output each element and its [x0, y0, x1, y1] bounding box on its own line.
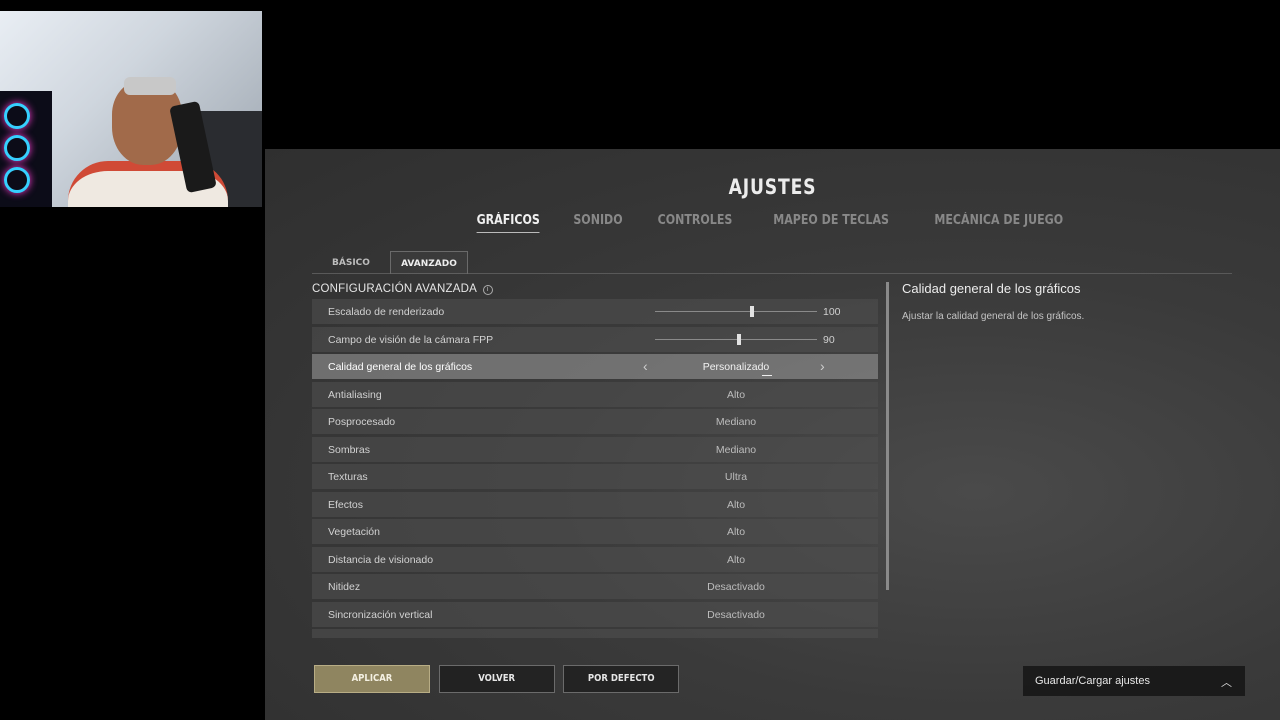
save-load-dropdown[interactable]: Guardar/Cargar ajustes ︿ — [1023, 666, 1245, 696]
fov-slider[interactable] — [655, 338, 817, 340]
row-textures[interactable]: Texturas Ultra — [312, 464, 878, 489]
tab-keybinds[interactable]: MAPEO DE TECLAS — [773, 213, 889, 233]
back-button-label: VOLVER — [478, 673, 516, 684]
row-label: Posprocesado — [328, 416, 396, 428]
row-label: Nitidez — [328, 581, 361, 593]
row-sharpness[interactable]: Nitidez Desactivado — [312, 574, 878, 599]
info-icon[interactable]: i — [482, 285, 493, 295]
row-postprocessing[interactable]: Posprocesado Mediano — [312, 409, 878, 434]
slider-thumb[interactable] — [737, 333, 742, 345]
apply-button-label: APLICAR — [351, 673, 393, 684]
row-value: Alto — [726, 553, 746, 566]
tab-sound[interactable]: SONIDO — [573, 213, 622, 233]
row-label: Escalado de renderizado — [328, 306, 445, 318]
rgb-fan — [4, 135, 30, 161]
row-value: Desactivado — [707, 608, 765, 621]
top-tabs: GRÁFICOS SONIDO CONTROLES MAPEO DE TECLA… — [265, 213, 1280, 233]
sunglasses — [124, 77, 176, 95]
row-value: Ultra — [724, 471, 748, 483]
row-label: Distancia de visionado — [328, 553, 434, 566]
section-title: CONFIGURACIÓN AVANZADA i — [312, 283, 493, 295]
row-vsync[interactable]: Sincronización vertical Desactivado — [312, 601, 878, 627]
back-button[interactable]: VOLVER — [439, 665, 555, 693]
row-fov[interactable]: Campo de visión de la cámara FPP 90 — [312, 326, 878, 352]
settings-screen: AJUSTES GRÁFICOS SONIDO CONTROLES MAPEO … — [265, 149, 1280, 720]
default-button[interactable]: POR DEFECTO — [563, 665, 679, 693]
row-antialiasing[interactable]: Antialiasing Alto — [312, 381, 878, 407]
chevron-up-icon: ︿ — [1221, 677, 1232, 689]
row-value: Desactivado — [707, 581, 765, 593]
tab-gameplay[interactable]: MECÁNICA DE JUEGO — [934, 213, 1063, 233]
chevron-left-icon[interactable]: ‹ — [643, 358, 648, 374]
row-label: Antialiasing — [328, 388, 382, 401]
row-value: Alto — [726, 498, 746, 511]
row-label: Texturas — [328, 471, 368, 483]
scrollbar[interactable] — [886, 282, 889, 590]
settings-list: Escalado de renderizado 100 Campo de vis… — [312, 299, 878, 638]
row-render-scale[interactable]: Escalado de renderizado 100 — [312, 299, 878, 324]
page-title: AJUSTES — [728, 175, 817, 199]
row-overall-quality[interactable]: Calidad general de los gráficos ‹ Person… — [312, 354, 878, 379]
chevron-right-icon[interactable]: › — [820, 358, 825, 374]
detail-description: Ajustar la calidad general de los gráfic… — [902, 311, 1085, 322]
row-value: Mediano — [715, 443, 757, 456]
row-value: Mediano — [715, 416, 757, 428]
row-label: Campo de visión de la cámara FPP — [328, 333, 494, 346]
tab-controls[interactable]: CONTROLES — [658, 213, 733, 233]
row-label: Calidad general de los gráficos — [328, 361, 473, 373]
row-value: 100 — [823, 306, 841, 318]
detail-title: Calidad general de los gráficos — [902, 281, 1081, 296]
row-label: Sincronización vertical — [328, 608, 433, 621]
row-label: Sombras — [328, 443, 371, 456]
row-value: Personalizado — [702, 361, 770, 373]
row-value: Alto — [726, 526, 746, 538]
row-label: Efectos — [328, 498, 364, 511]
rgb-fan — [4, 167, 30, 193]
tab-advanced[interactable]: AVANZADO — [390, 251, 468, 274]
section-title-text: CONFIGURACIÓN AVANZADA — [312, 283, 477, 295]
rgb-fan — [4, 103, 30, 129]
sub-tabs: BÁSICO AVANZADO — [312, 251, 1232, 274]
row-partial — [312, 629, 878, 638]
apply-button[interactable]: APLICAR — [314, 665, 430, 693]
row-view-distance[interactable]: Distancia de visionado Alto — [312, 546, 878, 572]
row-value: 90 — [823, 333, 835, 346]
row-foliage[interactable]: Vegetación Alto — [312, 519, 878, 544]
row-label: Vegetación — [328, 526, 380, 538]
tab-basic[interactable]: BÁSICO — [312, 251, 390, 274]
slider-thumb[interactable] — [750, 306, 755, 317]
tab-graphics[interactable]: GRÁFICOS — [476, 213, 540, 233]
default-button-label: POR DEFECTO — [587, 673, 655, 684]
row-shadows[interactable]: Sombras Mediano — [312, 436, 878, 462]
render-scale-slider[interactable] — [655, 311, 817, 312]
webcam-overlay — [0, 11, 262, 207]
value-underline — [762, 375, 772, 376]
row-value: Alto — [726, 388, 746, 401]
save-load-label: Guardar/Cargar ajustes — [1035, 675, 1150, 687]
row-effects[interactable]: Efectos Alto — [312, 491, 878, 517]
